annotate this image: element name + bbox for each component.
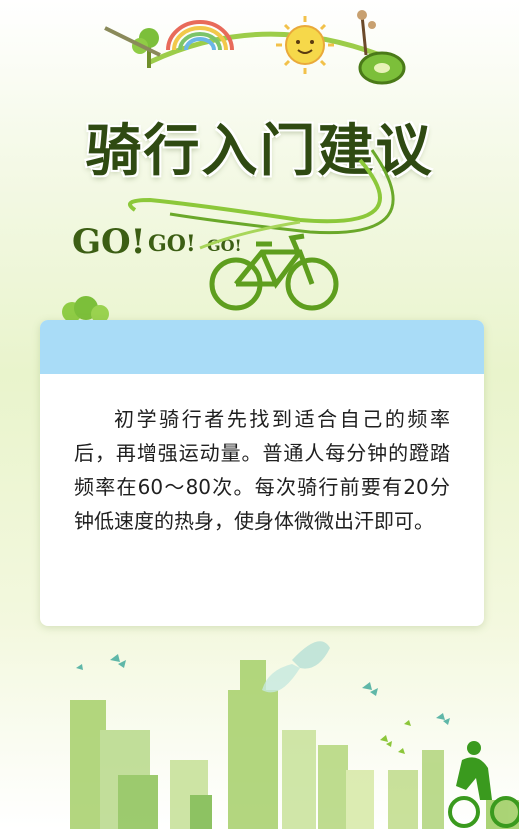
- tip-text: 初学骑行者先找到适合自己的频率后，再增强运动量。普通人每分钟的蹬踏频率在60～8…: [74, 407, 450, 533]
- card-header: [40, 320, 484, 374]
- bicycle-icon: [209, 233, 339, 311]
- cyclist-icon: [448, 741, 519, 828]
- butterfly-icon: [436, 713, 450, 725]
- butterfly-icon: [76, 664, 83, 670]
- butterfly-icon: [362, 682, 378, 696]
- tree-icon: [62, 296, 109, 320]
- ribbon-and-bike: [62, 149, 395, 320]
- butterfly-icon: [262, 641, 330, 693]
- tip-card: 初学骑行者先找到适合自己的频率后，再增强运动量。普通人每分钟的蹬踏频率在60～8…: [40, 320, 484, 626]
- butterfly-icon: [110, 654, 126, 668]
